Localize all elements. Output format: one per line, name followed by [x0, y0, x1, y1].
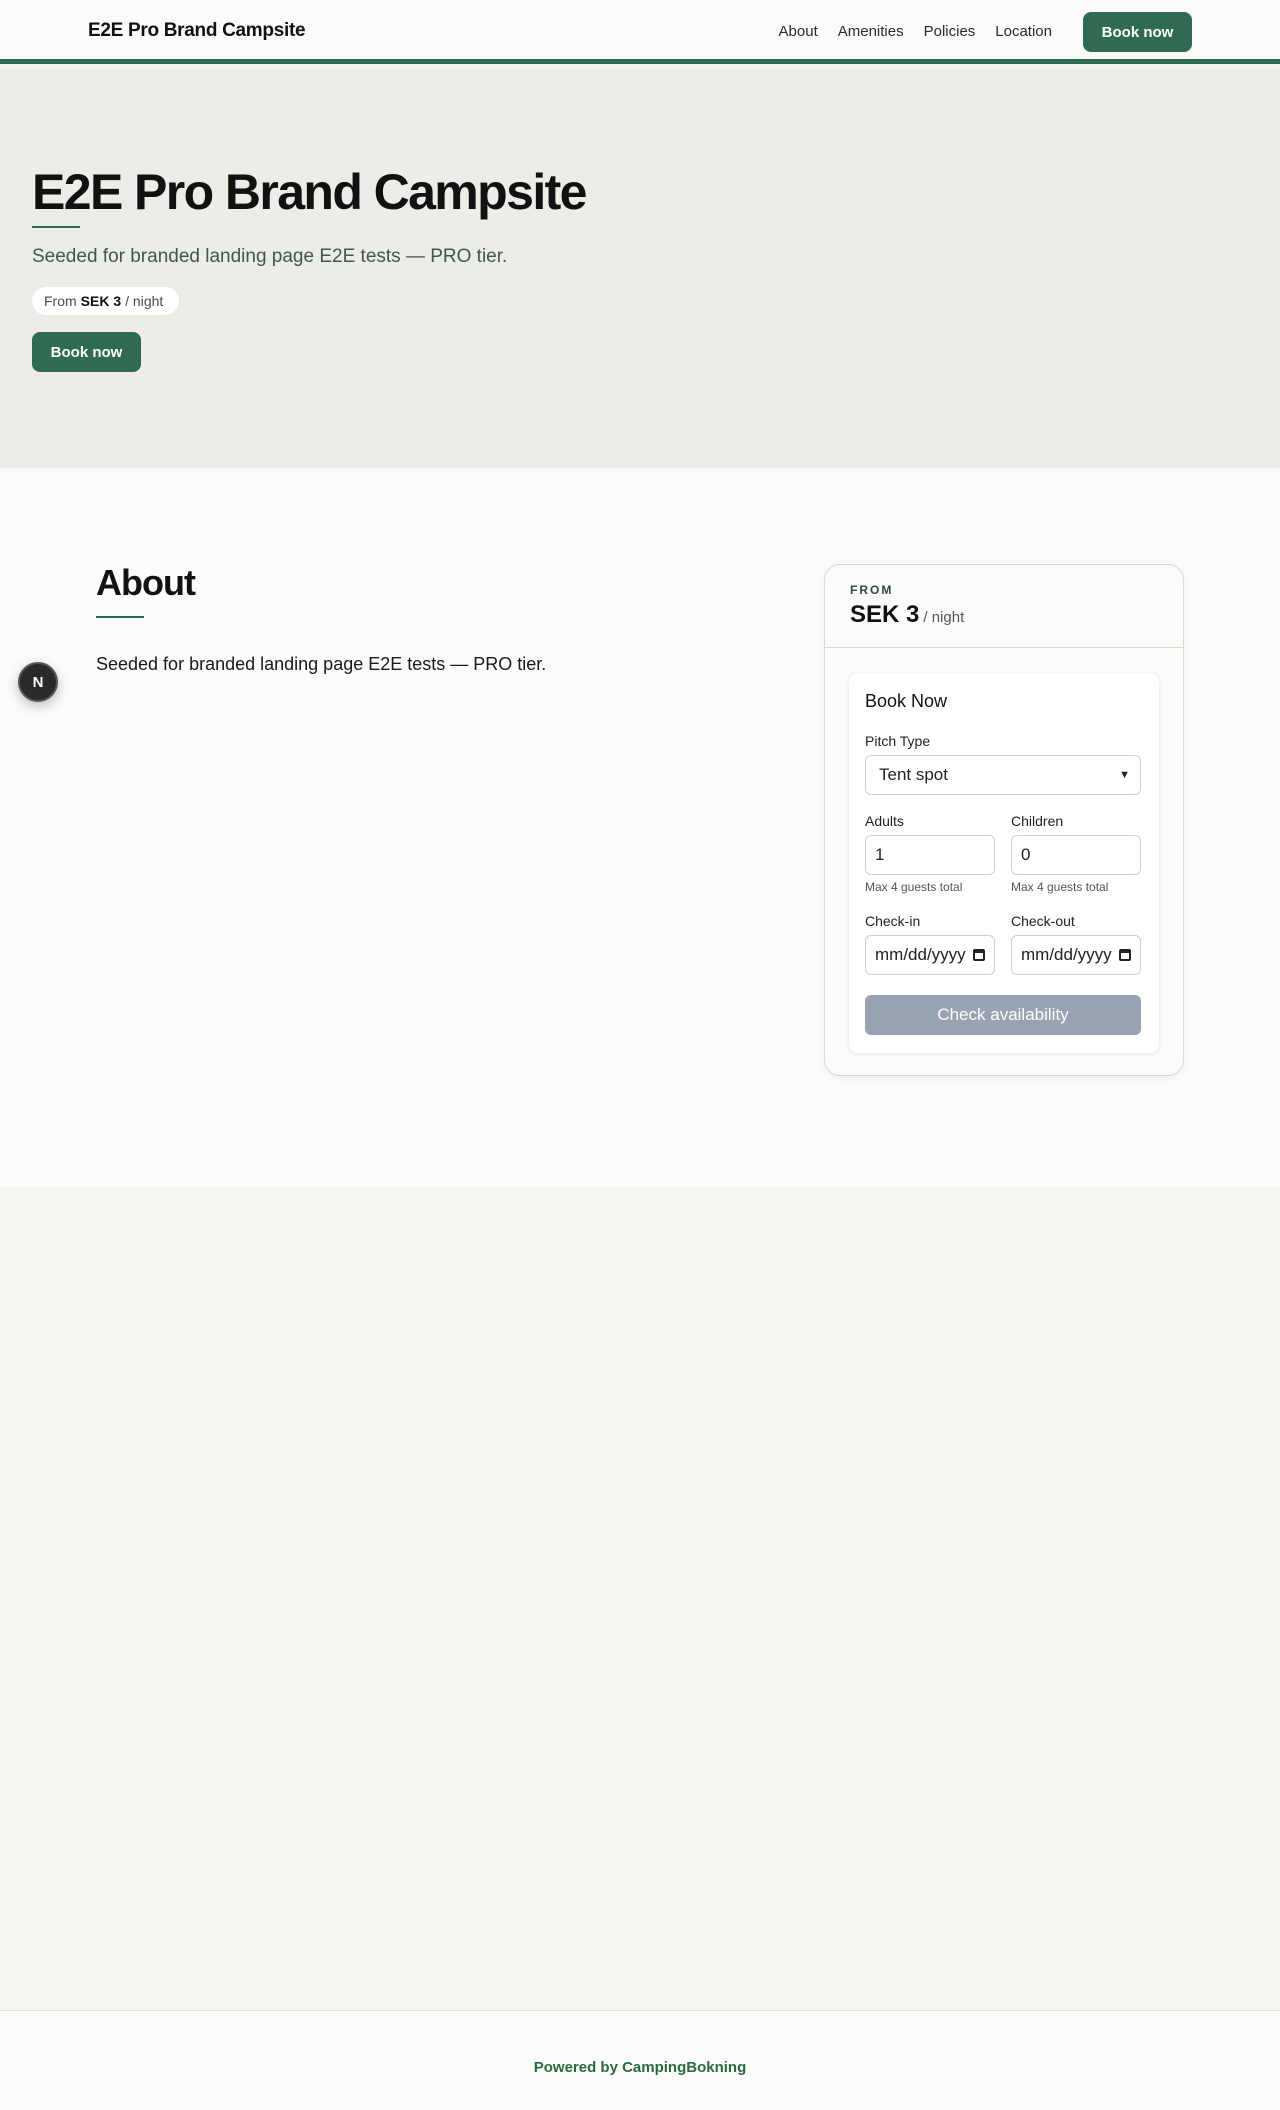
pitch-type-label: Pitch Type [865, 733, 931, 749]
from-label: FROM [850, 583, 894, 597]
checkout-label: Check-out [1011, 913, 1075, 929]
site-footer: Powered by CampingBokning [0, 2010, 1280, 2110]
nav-location[interactable]: Location [995, 23, 1052, 40]
checkin-label: Check-in [865, 913, 921, 929]
checkout-date-input[interactable]: mm/dd/yyyy [1011, 935, 1141, 975]
children-hint: Max 4 guests total [1011, 880, 1109, 894]
adults-label: Adults [865, 813, 904, 829]
main-nav: About Amenities Policies Location [779, 23, 1052, 40]
adults-input[interactable]: 1 [865, 835, 995, 875]
adults-hint: Max 4 guests total [865, 880, 963, 894]
price-prefix: From [44, 293, 77, 309]
powered-by-link[interactable]: Powered by CampingBokning [0, 2059, 1280, 2076]
nextjs-badge-icon[interactable]: N [18, 662, 58, 702]
checkin-date-input[interactable]: mm/dd/yyyy [865, 935, 995, 975]
hero-section: E2E Pro Brand Campsite Seeded for brande… [0, 69, 1280, 468]
chevron-down-icon: ▼ [1119, 769, 1130, 781]
calendar-icon[interactable] [973, 949, 985, 961]
pitch-type-select[interactable]: Tent spot ▼ [865, 755, 1141, 795]
about-text: Seeded for branded landing page E2E test… [96, 654, 547, 674]
card-price-per: / night [923, 609, 965, 626]
price-pill: From SEK 3 / night [32, 287, 179, 315]
price-suffix: / night [125, 293, 164, 309]
nav-amenities[interactable]: Amenities [838, 23, 904, 40]
hero-subtitle: Seeded for branded landing page E2E test… [32, 246, 508, 267]
booking-card: FROM SEK 3 / night Book Now Pitch Type T… [824, 564, 1184, 1076]
checkin-placeholder: mm/dd/yyyy [875, 945, 966, 964]
children-input[interactable]: 0 [1011, 835, 1141, 875]
booking-form: Book Now Pitch Type Tent spot ▼ Adults 1… [849, 673, 1159, 1053]
about-title: About [96, 562, 196, 603]
check-availability-button[interactable]: Check availability [865, 995, 1141, 1035]
hero-divider [32, 226, 80, 228]
brand-name[interactable]: E2E Pro Brand Campsite [88, 20, 306, 42]
children-value: 0 [1021, 845, 1031, 864]
card-divider [825, 647, 1183, 648]
card-price-amount: SEK 3 [850, 601, 920, 628]
hero-book-button[interactable]: Book now [32, 332, 141, 372]
about-section: About Seeded for branded landing page E2… [0, 468, 1280, 1187]
nav-about[interactable]: About [779, 23, 818, 40]
nav-policies[interactable]: Policies [924, 23, 976, 40]
pitch-type-value: Tent spot [879, 765, 948, 784]
hero-title: E2E Pro Brand Campsite [32, 164, 587, 220]
children-label: Children [1011, 813, 1064, 829]
price-value: SEK 3 [80, 293, 122, 309]
site-header: E2E Pro Brand Campsite About Amenities P… [0, 0, 1280, 64]
header-book-button[interactable]: Book now [1083, 12, 1192, 52]
form-title: Book Now [865, 691, 948, 711]
adults-value: 1 [875, 845, 885, 864]
checkout-placeholder: mm/dd/yyyy [1021, 945, 1112, 964]
card-price: SEK 3 / night [850, 601, 964, 629]
about-divider [96, 616, 144, 618]
calendar-icon[interactable] [1119, 949, 1131, 961]
